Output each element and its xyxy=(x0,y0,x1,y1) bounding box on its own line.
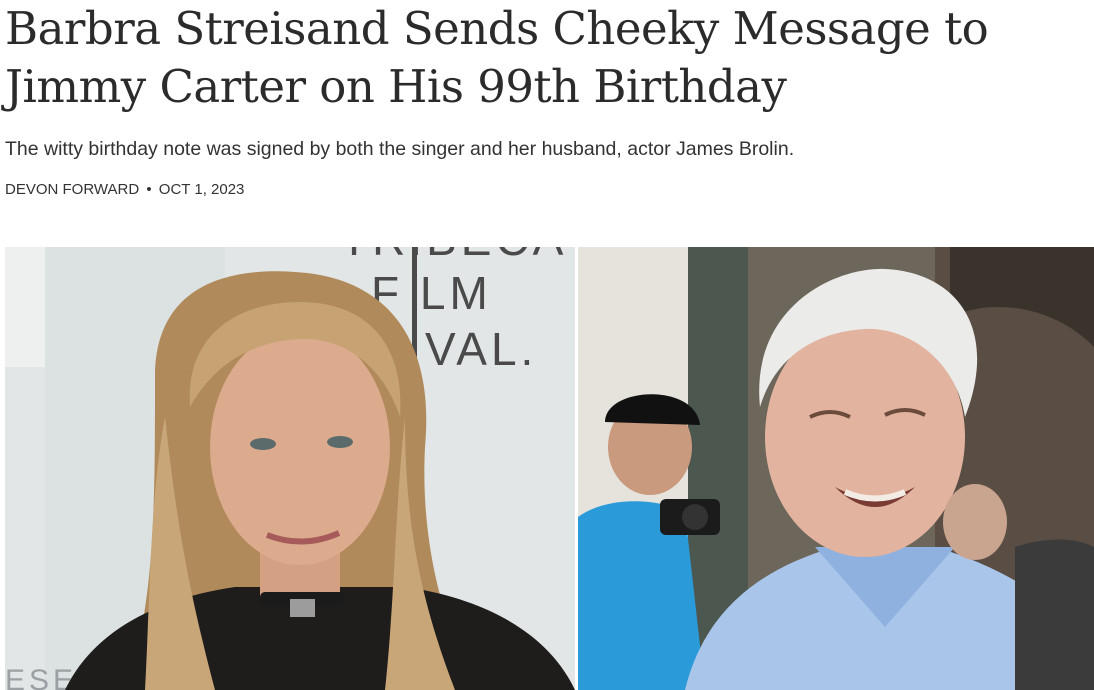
publish-date: OCT 1, 2023 xyxy=(158,181,245,198)
article-header: Barbra Streisand Sends Cheeky Message to… xyxy=(5,0,1090,200)
backdrop-text-line1: TRIBECA xyxy=(340,247,567,265)
byline-separator: • xyxy=(146,181,152,198)
byline: DEVON FORWARD • OCT 1, 2023 xyxy=(5,180,1090,200)
article-dek: The witty birthday note was signed by bo… xyxy=(5,138,795,160)
hero-image: TRIBECA F LM VAL. ESENT xyxy=(5,247,1094,690)
article-headline: Barbra Streisand Sends Cheeky Message to… xyxy=(5,2,989,113)
hero-photo-collage: TRIBECA F LM VAL. ESENT xyxy=(5,247,1094,690)
backdrop-text-line3: VAL. xyxy=(425,323,537,375)
author-link[interactable]: DEVON FORWARD xyxy=(5,181,139,198)
